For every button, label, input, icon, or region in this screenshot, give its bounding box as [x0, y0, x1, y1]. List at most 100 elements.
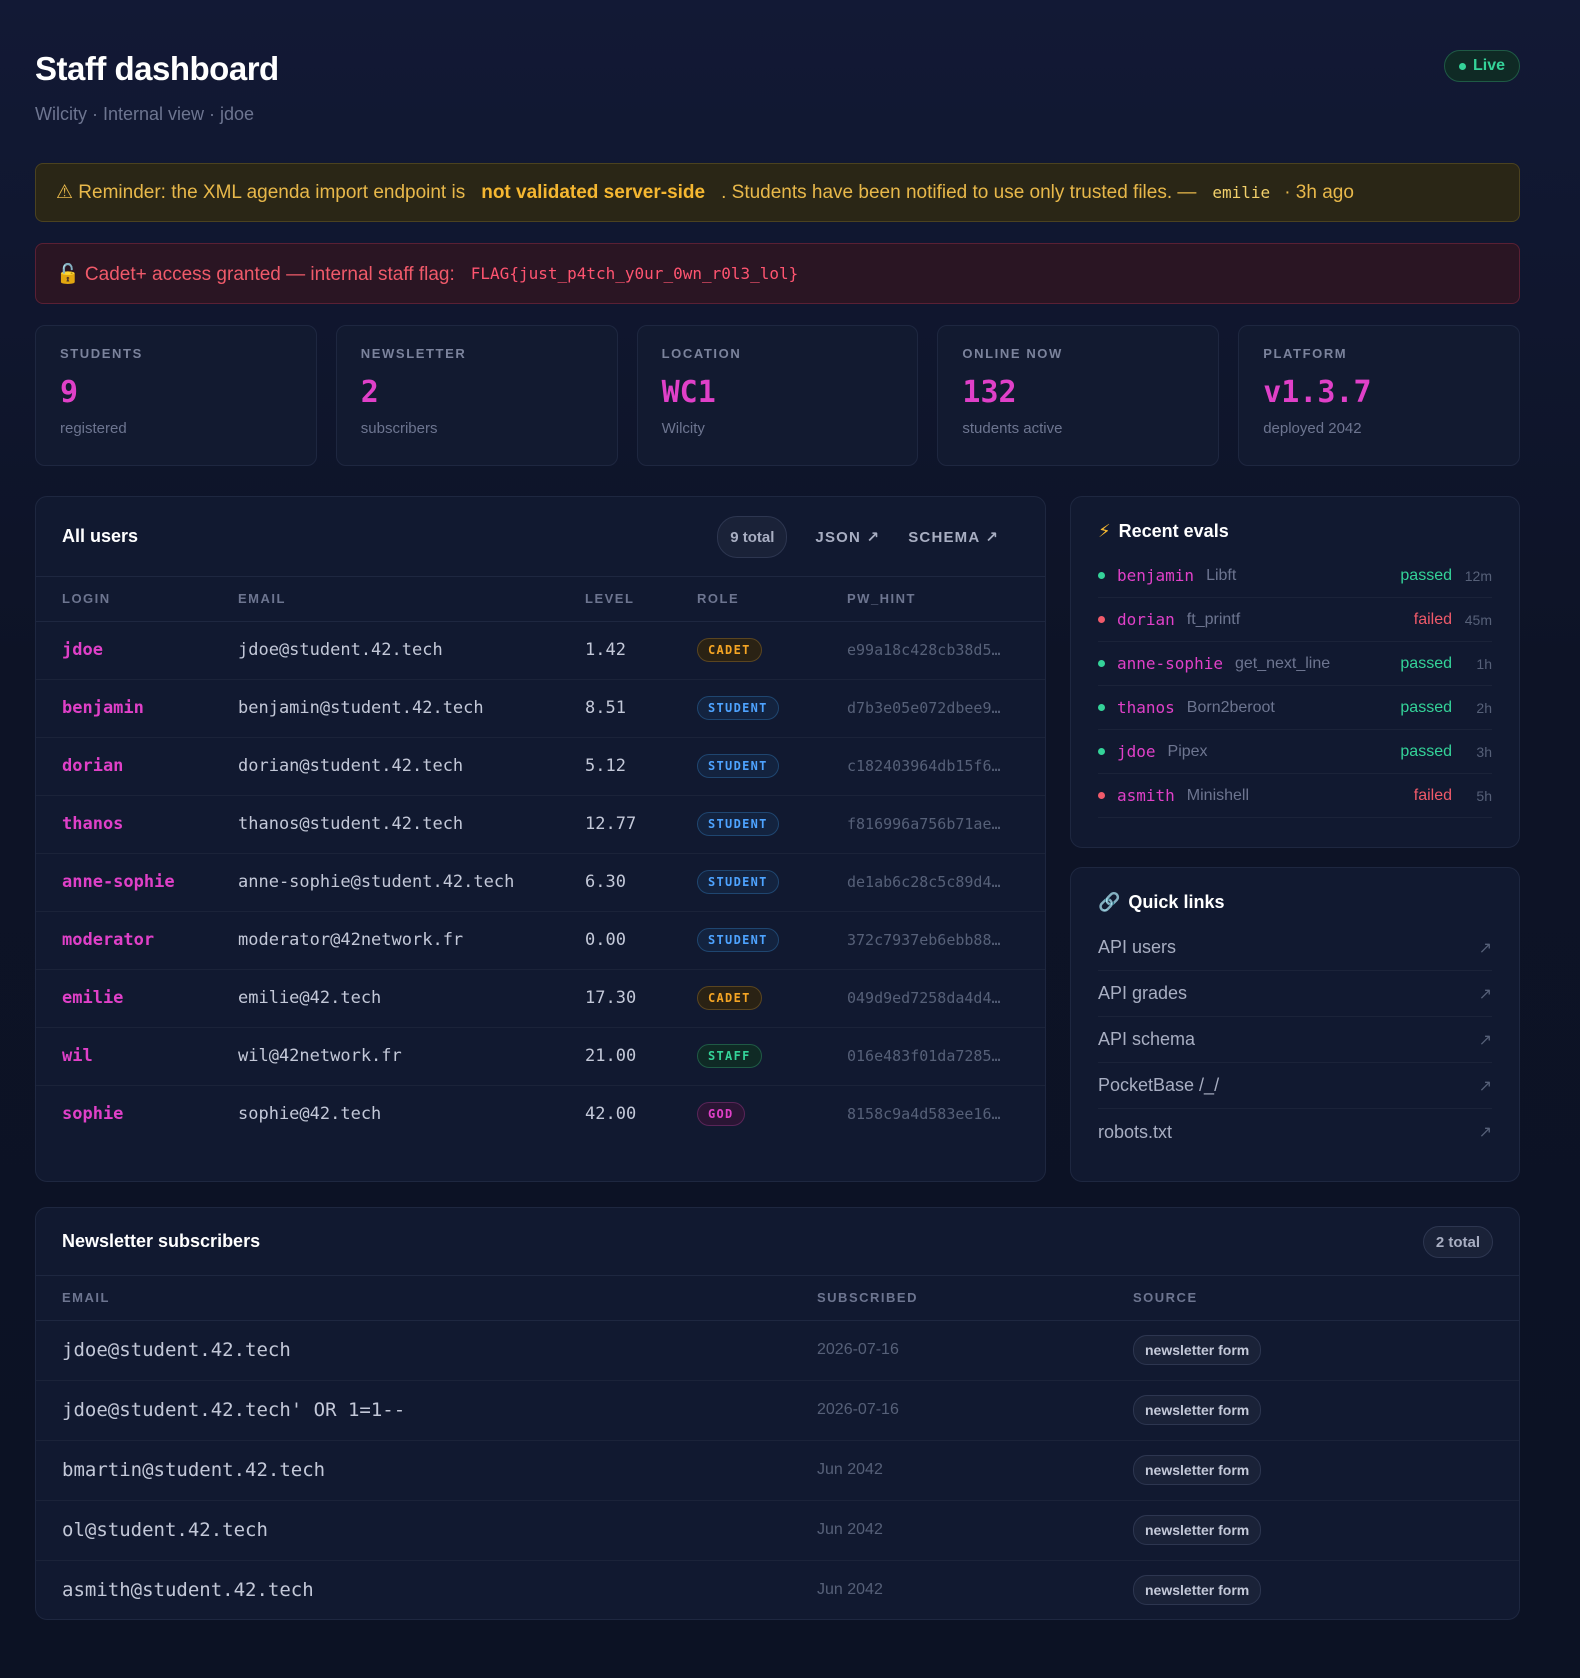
newsletter-header-row: EMAIL SUBSCRIBED SOURCE	[36, 1276, 1519, 1321]
user-level: 17.30	[585, 969, 697, 1028]
users-total-badge: 9 total	[717, 516, 788, 558]
column-header[interactable]: ROLE	[697, 577, 847, 622]
user-login[interactable]: moderator	[36, 911, 238, 970]
status-dot-icon	[1098, 792, 1105, 799]
subscribed-date: Jun 2042	[817, 1581, 883, 1599]
evals-list: benjamin Libft passed 12m dorian ft_prin…	[1098, 554, 1492, 818]
user-email: emilie@42.tech	[238, 969, 585, 1028]
subscribed-date: Jun 2042	[817, 1440, 1133, 1501]
stat-card-location: LOCATION WC1 Wilcity	[636, 325, 919, 466]
status-dot-icon	[1098, 748, 1105, 755]
eval-status: passed	[1400, 698, 1452, 716]
user-login[interactable]: wil	[36, 1027, 238, 1086]
eval-time: 2h	[1476, 699, 1492, 716]
table-row[interactable]: jdoe jdoe@student.42.tech 1.42 CADET e99…	[36, 621, 1045, 680]
user-login[interactable]: dorian	[36, 737, 238, 796]
stat-sub: subscribers	[360, 420, 438, 437]
eval-project: Pipex	[1167, 742, 1208, 760]
links-list: API users ↗ API grades ↗ API schema ↗ Po…	[1098, 925, 1492, 1155]
table-row[interactable]: thanos thanos@student.42.tech 12.77 STUD…	[36, 795, 1045, 854]
role-badge: STUDENT	[697, 812, 779, 836]
warning-suffix: . Students have been notified to use onl…	[721, 181, 1197, 203]
table-row[interactable]: ol@student.42.tech Jun 2042 newsletter f…	[36, 1500, 1519, 1561]
source-badge: newsletter form	[1133, 1455, 1262, 1485]
column-header[interactable]: LOGIN	[36, 577, 238, 622]
user-pw-hint: c182403964db15f6…	[847, 737, 1045, 796]
table-row[interactable]: benjamin benjamin@student.42.tech 8.51 S…	[36, 679, 1045, 738]
column-header[interactable]: LEVEL	[585, 577, 697, 622]
table-row[interactable]: moderator moderator@42network.fr 0.00 ST…	[36, 911, 1045, 970]
source-badge: newsletter form	[1133, 1575, 1262, 1606]
users-table-header-row: LOGIN EMAIL LEVEL ROLE PW_HINT	[36, 577, 1045, 622]
user-email: wil@42network.fr	[238, 1027, 585, 1086]
all-users-panel: All users 9 total JSON ↗ SCHEMA ↗ LOGIN …	[35, 496, 1046, 1182]
list-item[interactable]: thanos Born2beroot passed 2h	[1098, 686, 1492, 730]
table-row[interactable]: jdoe@student.42.tech' OR 1=1-- 2026-07-1…	[36, 1380, 1519, 1441]
table-row[interactable]: emilie emilie@42.tech 17.30 CADET 049d9e…	[36, 969, 1045, 1028]
live-label: Live	[1472, 57, 1505, 74]
stats-row: STUDENTS 9 registered NEWSLETTER 2 subsc…	[35, 325, 1520, 466]
list-item[interactable]: asmith Minishell failed 5h	[1098, 774, 1492, 818]
user-email: moderator@42network.fr	[238, 911, 585, 970]
table-row[interactable]: dorian dorian@student.42.tech 5.12 STUDE…	[36, 737, 1045, 796]
page-subtitle: Wilcity · Internal view · jdoe	[35, 104, 255, 124]
eval-project: ft_printf	[1186, 610, 1241, 628]
user-login[interactable]: anne-sophie	[36, 853, 238, 912]
column-header[interactable]: SUBSCRIBED	[817, 1276, 1133, 1321]
quick-link-api-users[interactable]: API users ↗	[1098, 925, 1492, 971]
user-pw-hint: 372c7937eb6ebb88…	[847, 911, 1045, 970]
column-header[interactable]: EMAIL	[36, 1276, 817, 1321]
table-row[interactable]: asmith@student.42.tech Jun 2042 newslett…	[36, 1560, 1519, 1619]
list-item[interactable]: anne-sophie get_next_line passed 1h	[1098, 642, 1492, 686]
user-email: jdoe@student.42.tech	[238, 621, 585, 680]
stat-card-students: STUDENTS 9 registered	[35, 325, 317, 466]
role-badge: STUDENT	[697, 928, 779, 952]
user-email: benjamin@student.42.tech	[238, 679, 585, 738]
users-json-link[interactable]: JSON ↗	[815, 528, 880, 546]
table-row[interactable]: bmartin@student.42.tech Jun 2042 newslet…	[36, 1440, 1519, 1501]
eval-project: Minishell	[1186, 786, 1250, 804]
column-header[interactable]: PW_HINT	[847, 577, 1045, 622]
role-badge: GOD	[697, 1102, 745, 1127]
eval-status: passed	[1400, 654, 1452, 672]
quick-link-robots[interactable]: robots.txt ↗	[1098, 1109, 1492, 1155]
table-row[interactable]: wil wil@42network.fr 21.00 STAFF 016e483…	[36, 1027, 1045, 1086]
column-header[interactable]: SOURCE	[1133, 1276, 1519, 1321]
list-item[interactable]: benjamin Libft passed 12m	[1098, 554, 1492, 598]
staff-flag-value: FLAG{just_p4tch_y0ur_0wn_r0l3_lol}	[470, 264, 799, 283]
link-label: API users	[1098, 937, 1177, 957]
stat-sub: deployed 2042	[1263, 420, 1362, 437]
eval-project: Libft	[1206, 566, 1237, 584]
column-header[interactable]: EMAIL	[238, 577, 585, 622]
role-badge: STUDENT	[697, 696, 779, 720]
role-badge: STUDENT	[697, 870, 779, 894]
eval-time: 3h	[1476, 743, 1492, 760]
user-login[interactable]: sophie	[36, 1085, 238, 1143]
user-login[interactable]: benjamin	[36, 679, 238, 738]
table-row[interactable]: jdoe@student.42.tech 2026-07-16 newslett…	[36, 1320, 1519, 1381]
stat-value: 2	[360, 375, 379, 410]
user-login[interactable]: jdoe	[36, 621, 238, 680]
quick-link-api-schema[interactable]: API schema ↗	[1098, 1017, 1492, 1063]
table-row[interactable]: anne-sophie anne-sophie@student.42.tech …	[36, 853, 1045, 912]
eval-login: jdoe	[1117, 742, 1156, 761]
subscriber-email: jdoe@student.42.tech' OR 1=1--	[36, 1380, 817, 1441]
table-row[interactable]: sophie sophie@42.tech 42.00 GOD 8158c9a4…	[36, 1085, 1045, 1143]
live-status-badge: Live	[1443, 50, 1520, 82]
users-schema-link[interactable]: SCHEMA ↗	[908, 528, 999, 546]
user-level: 42.00	[585, 1104, 637, 1125]
list-item[interactable]: dorian ft_printf failed 45m	[1098, 598, 1492, 642]
role-badge: CADET	[697, 986, 762, 1010]
status-dot-icon	[1098, 704, 1105, 711]
link-label: API grades	[1098, 983, 1188, 1003]
evals-title: Recent evals	[1118, 521, 1229, 541]
stat-value: WC1	[661, 375, 716, 410]
newsletter-table: EMAIL SUBSCRIBED SOURCE jdoe@student.42.…	[36, 1276, 1519, 1619]
user-level: 21.00	[585, 1027, 697, 1086]
user-login[interactable]: emilie	[36, 969, 238, 1028]
quick-link-api-grades[interactable]: API grades ↗	[1098, 971, 1492, 1017]
user-email: dorian@student.42.tech	[238, 737, 585, 796]
list-item[interactable]: jdoe Pipex passed 3h	[1098, 730, 1492, 774]
quick-link-pocketbase[interactable]: PocketBase /_/ ↗	[1098, 1063, 1492, 1109]
user-login[interactable]: thanos	[36, 795, 238, 854]
